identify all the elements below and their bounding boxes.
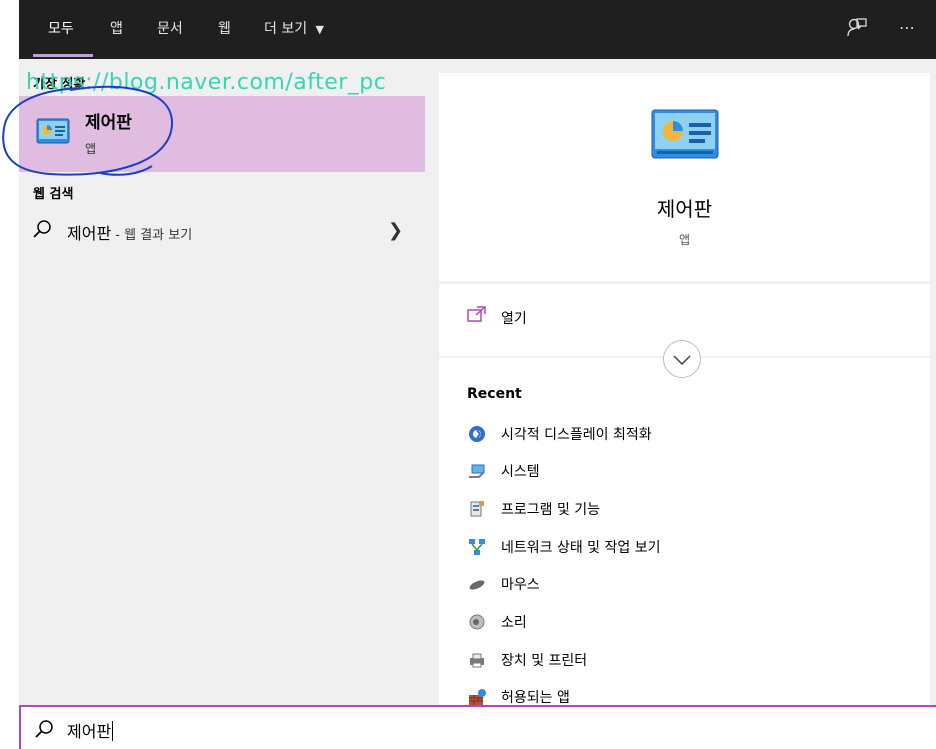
expand-actions-button[interactable]	[663, 340, 701, 378]
search-icon	[32, 219, 52, 243]
more-options-icon[interactable]: ⋯	[895, 14, 921, 40]
active-tab-indicator	[33, 54, 93, 57]
tab-documents[interactable]: 문서	[157, 18, 183, 40]
system-icon	[467, 461, 487, 481]
open-icon	[467, 306, 487, 326]
accessibility-icon	[467, 424, 487, 444]
recent-item[interactable]: 시각적 디스플레이 최적화	[467, 422, 907, 446]
tab-apps[interactable]: 앱	[110, 18, 123, 40]
recent-item[interactable]: 네트워크 상태 및 작업 보기	[467, 535, 907, 559]
recent-heading: Recent	[467, 386, 522, 402]
tab-web[interactable]: 웹	[218, 18, 231, 40]
dropdown-arrow-icon: ▼	[315, 23, 325, 36]
programs-icon	[467, 499, 487, 519]
recent-item-label: 소리	[501, 615, 527, 631]
recent-item-label: 시스템	[501, 464, 540, 480]
search-box[interactable]: 제어판	[19, 705, 936, 749]
sound-icon	[467, 612, 487, 632]
control-panel-large-icon	[651, 109, 719, 159]
tab-more[interactable]: 더 보기 ▼	[264, 18, 324, 40]
recent-item[interactable]: 소리	[467, 610, 907, 634]
search-input-value: 제어판	[67, 722, 112, 741]
hand-drawn-circle-annotation	[2, 85, 174, 176]
web-search-suffix: - 웹 결과 보기	[111, 228, 193, 243]
recent-item[interactable]: 마우스	[467, 572, 907, 596]
top-nav-bar: 모두 앱 문서 웹 더 보기 ▼ ⋯	[0, 0, 936, 749]
recent-item-label: 허용되는 앱	[501, 690, 570, 706]
web-search-query: 제어판	[67, 224, 112, 243]
web-search-text: 제어판 - 웹 결과 보기	[67, 220, 192, 244]
detail-subtitle: 앱	[678, 233, 691, 247]
chevron-right-icon[interactable]: ❯	[388, 220, 403, 241]
feedback-icon[interactable]	[844, 14, 870, 40]
devices-printers-icon	[467, 650, 487, 670]
search-icon	[34, 719, 54, 743]
recent-item-label: 프로그램 및 기능	[501, 502, 601, 518]
recent-item[interactable]: 프로그램 및 기능	[467, 497, 907, 521]
recent-item-label: 마우스	[501, 577, 540, 593]
text-caret	[112, 721, 114, 741]
firewall-apps-icon	[467, 687, 487, 707]
web-search-result[interactable]: 제어판 - 웹 결과 보기 ❯	[19, 216, 425, 248]
recent-item-label: 시각적 디스플레이 최적화	[501, 427, 652, 443]
mouse-icon	[467, 574, 487, 594]
chevron-down-icon	[673, 350, 691, 369]
detail-title: 제어판	[656, 197, 713, 221]
network-icon	[467, 537, 487, 557]
search-input[interactable]: 제어판	[67, 718, 114, 742]
tab-more-label: 더 보기	[264, 21, 308, 37]
recent-item[interactable]: 장치 및 프린터	[467, 648, 907, 672]
recent-card: Recent 시각적 디스플레이 최적화 시스템 프로그램 및 기능 네트워크 …	[439, 358, 930, 707]
recent-item-label: 네트워크 상태 및 작업 보기	[501, 540, 661, 556]
tab-all[interactable]: 모두	[48, 18, 74, 40]
app-detail-card: 제어판 앱	[439, 73, 930, 281]
open-label: 열기	[501, 311, 527, 327]
recent-item[interactable]: 시스템	[467, 459, 907, 483]
recent-item-label: 장치 및 프린터	[501, 653, 588, 669]
